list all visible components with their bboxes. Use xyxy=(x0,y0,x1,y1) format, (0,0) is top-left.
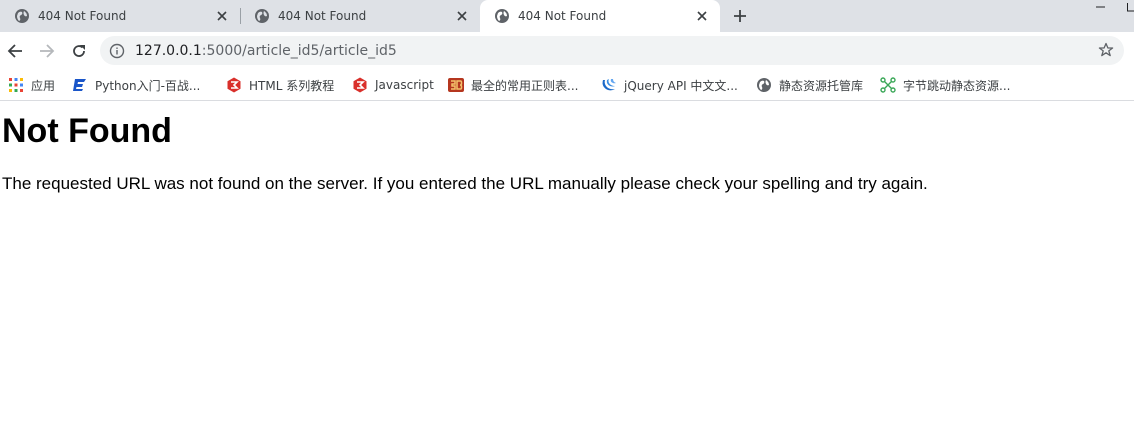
tab-title: 404 Not Found xyxy=(518,9,607,23)
w3school-logo-icon xyxy=(227,77,241,93)
bookmark-apps[interactable]: 应用 xyxy=(8,76,55,94)
w3school-logo-icon xyxy=(353,77,367,93)
bookmark-javascript[interactable]: Javascript xyxy=(352,76,434,94)
tab-title: 404 Not Found xyxy=(278,9,367,23)
back-button[interactable] xyxy=(5,41,25,61)
bookmark-label: jQuery API 中文文... xyxy=(624,78,738,93)
tab-2[interactable]: 404 Not Found xyxy=(240,0,480,32)
bookmark-label: 字节跳动静态资源... xyxy=(903,78,1011,93)
new-tab-button[interactable] xyxy=(730,6,750,26)
window-controls xyxy=(1074,0,1134,12)
forward-button[interactable] xyxy=(37,41,57,61)
baizhan-logo-icon xyxy=(73,79,86,91)
close-tab-icon[interactable] xyxy=(694,8,710,24)
close-tab-icon[interactable] xyxy=(214,8,230,24)
tab-1[interactable]: 404 Not Found xyxy=(0,0,240,32)
url-host: 127.0.0.1 xyxy=(135,42,202,59)
bookmark-label: Javascript xyxy=(375,78,434,92)
bytedance-logo-icon xyxy=(880,77,896,93)
url-text: 127.0.0.1:5000/article_id5/article_id5 xyxy=(135,43,397,59)
page-content: Not Found The requested URL was not foun… xyxy=(0,101,1134,448)
maximize-icon xyxy=(1127,1,1134,12)
tab-title: 404 Not Found xyxy=(38,9,127,23)
arrow-left-icon xyxy=(7,44,22,58)
browser-toolbar: 127.0.0.1:5000/article_id5/article_id5 xyxy=(0,32,1134,70)
bookmark-label: Python入门-百战... xyxy=(95,78,201,93)
close-tab-icon[interactable] xyxy=(454,8,470,24)
globe-icon xyxy=(757,78,771,92)
address-bar[interactable]: 127.0.0.1:5000/article_id5/article_id5 xyxy=(100,36,1124,65)
globe-icon xyxy=(495,9,509,23)
apps-grid-icon xyxy=(9,78,23,92)
reload-icon xyxy=(73,45,85,57)
tab-strip: 404 Not Found 404 Not Found 404 Not Foun… xyxy=(0,0,1134,32)
bookmark-bytedance[interactable]: 字节跳动静态资源... xyxy=(880,76,1010,94)
url-path: :5000/article_id5/article_id5 xyxy=(201,42,397,59)
bookmark-jquery[interactable]: jQuery API 中文文... xyxy=(601,76,738,94)
site-logo-icon xyxy=(448,78,464,92)
page-heading: Not Found xyxy=(2,112,172,150)
info-icon[interactable] xyxy=(109,43,125,59)
bookmark-label: HTML 系列教程 xyxy=(249,78,335,93)
bookmark-label: 静态资源托管库 xyxy=(779,78,864,93)
arrow-right-icon xyxy=(40,44,55,58)
bookmark-label: 最全的常用正则表... xyxy=(471,78,579,93)
bookmark-static-hosting[interactable]: 静态资源托管库 xyxy=(756,76,863,94)
jquery-logo-icon xyxy=(602,79,616,91)
reload-button[interactable] xyxy=(69,41,89,61)
bookmark-regex[interactable]: 最全的常用正则表... xyxy=(448,76,578,94)
bookmark-python[interactable]: Python入门-百战... xyxy=(72,76,200,94)
bookmark-html[interactable]: HTML 系列教程 xyxy=(226,76,334,94)
bookmark-label: 应用 xyxy=(31,78,56,93)
tab-3-active[interactable]: 404 Not Found xyxy=(480,0,720,32)
error-message: The requested URL was not found on the s… xyxy=(2,174,928,193)
bookmarks-bar: 应用 Python入门-百战... HTML 系列教程 Javascript 最… xyxy=(0,70,1134,101)
bookmark-star-icon[interactable] xyxy=(1098,42,1114,58)
globe-icon xyxy=(15,9,29,23)
globe-icon xyxy=(255,9,269,23)
plus-icon xyxy=(734,10,746,22)
